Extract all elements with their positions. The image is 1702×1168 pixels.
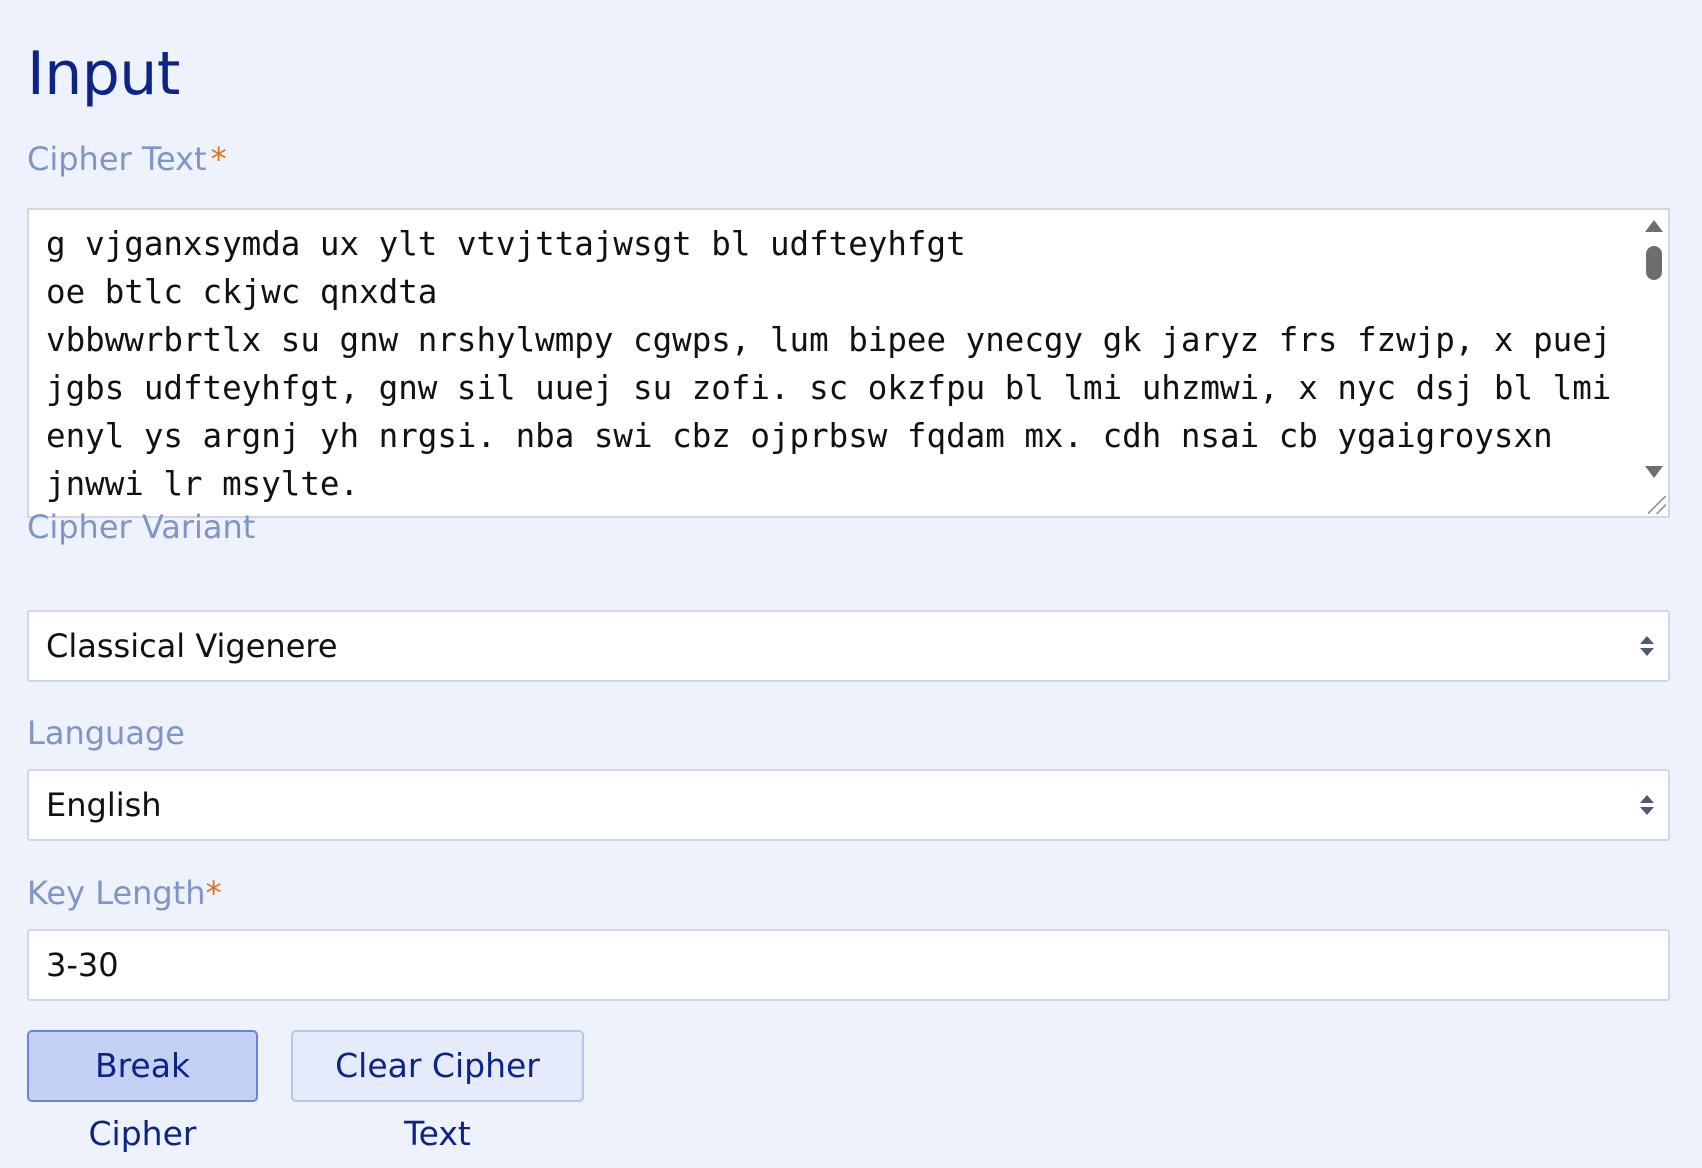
language-select[interactable]: English <box>27 769 1670 841</box>
scrollbar-thumb[interactable] <box>1646 246 1662 280</box>
page-title: Input <box>27 39 180 109</box>
clear-cipher-text-button[interactable]: Clear Cipher Text <box>291 1030 584 1153</box>
language-selected: English <box>46 786 162 824</box>
cipher-variant-select[interactable]: Classical Vigenere <box>27 610 1670 682</box>
up-down-caret-icon <box>1640 795 1654 817</box>
cipher-text-content[interactable]: g vjganxsymda ux ylt vtvjttajwsgt bl udf… <box>46 220 1636 508</box>
cipher-text-textarea[interactable]: g vjganxsymda ux ylt vtvjttajwsgt bl udf… <box>27 208 1670 518</box>
cipher-text-label: Cipher Text * <box>27 139 227 179</box>
language-label: Language <box>27 714 185 752</box>
key-length-input[interactable]: 3-30 <box>27 929 1670 1001</box>
cipher-variant-selected: Classical Vigenere <box>46 627 338 665</box>
cipher-variant-label: Cipher Variant <box>27 508 256 546</box>
cipher-text-label-text: Cipher Text <box>27 140 207 178</box>
textarea-scrollbar[interactable] <box>1638 210 1668 516</box>
key-length-value[interactable]: 3-30 <box>46 931 119 999</box>
scroll-down-arrow-icon[interactable] <box>1645 466 1663 478</box>
required-asterisk: * <box>210 140 227 178</box>
break-cipher-button[interactable]: Break Cipher <box>27 1030 258 1153</box>
required-asterisk: * <box>205 874 222 912</box>
scroll-up-arrow-icon[interactable] <box>1645 220 1663 232</box>
up-down-caret-icon <box>1640 636 1654 658</box>
resize-grip-icon[interactable] <box>1648 496 1666 514</box>
key-length-label: Key Length* <box>27 873 222 913</box>
key-length-label-text: Key Length <box>27 874 206 912</box>
